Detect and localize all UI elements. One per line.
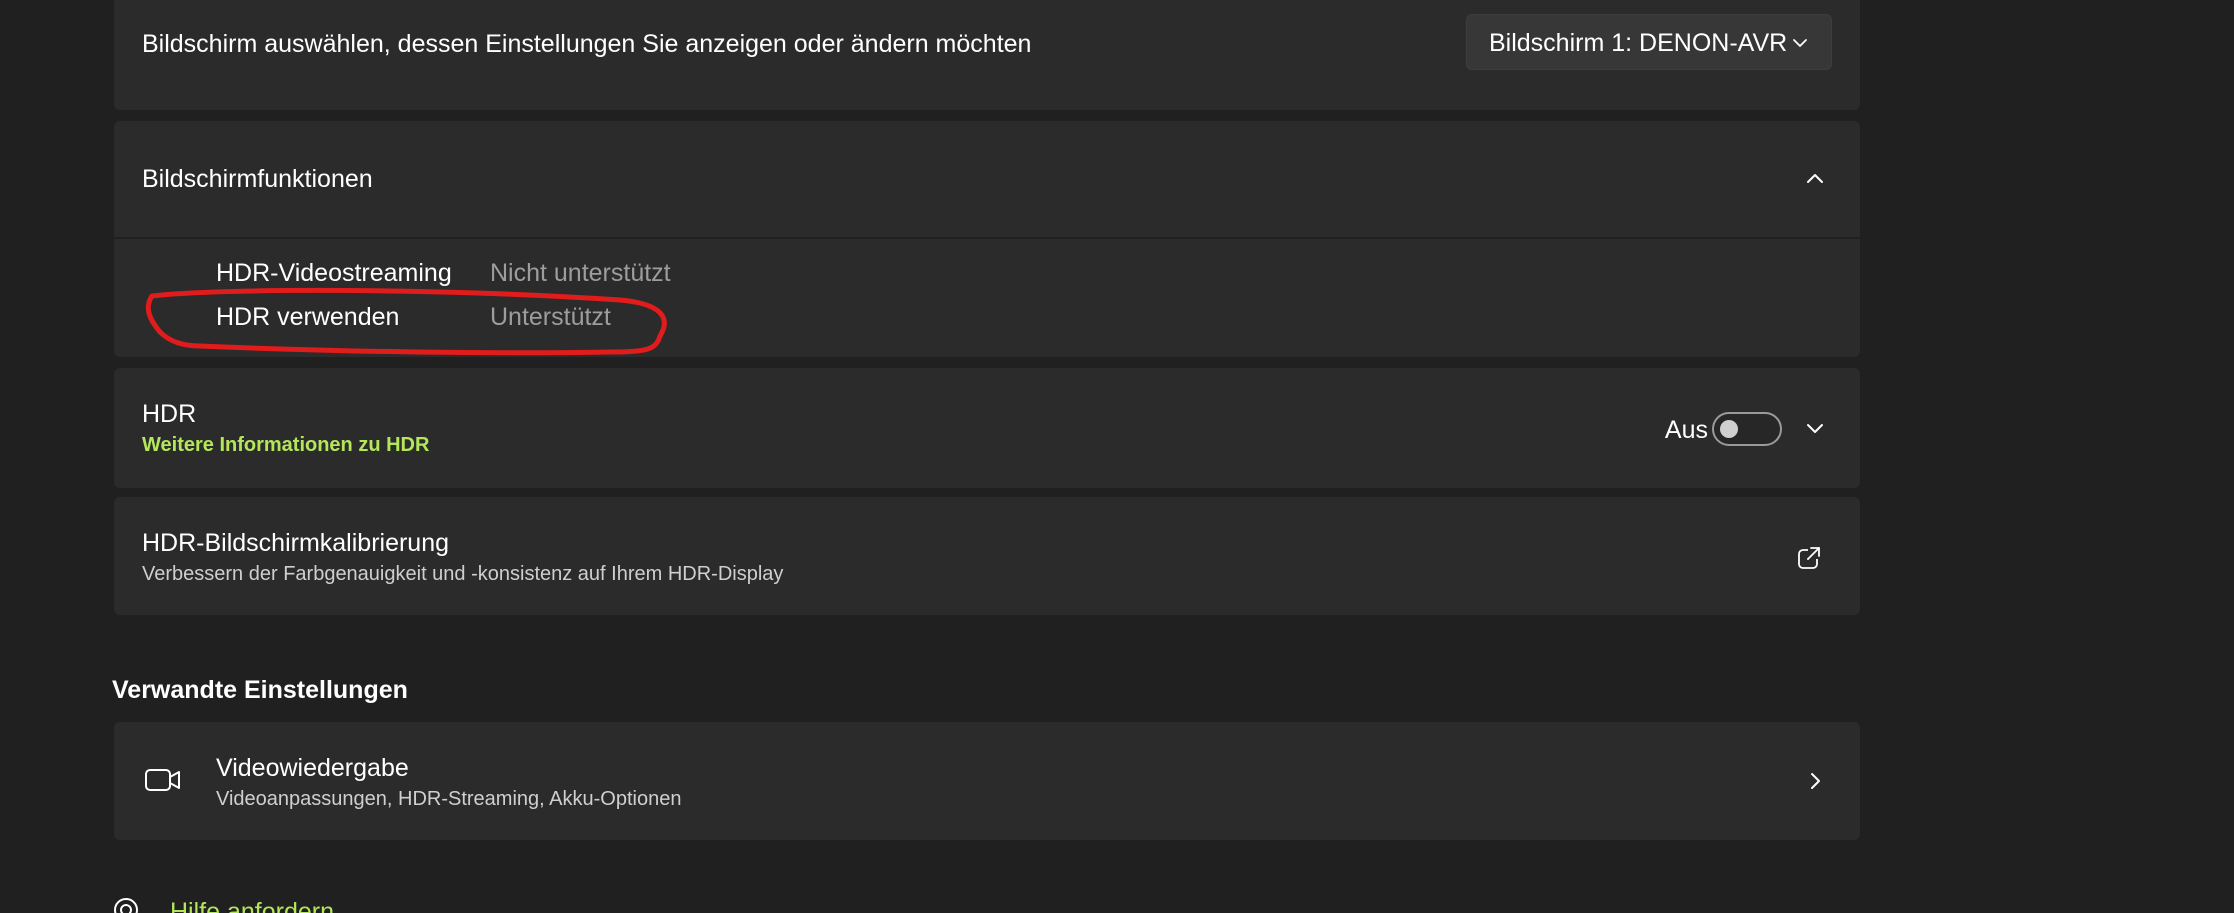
display-features-title: Bildschirmfunktionen	[142, 165, 373, 193]
feature-name: HDR verwenden	[216, 303, 400, 331]
display-select-card: Bildschirm auswählen, dessen Einstellung…	[114, 0, 1860, 110]
video-camera-icon	[145, 769, 180, 791]
related-settings-heading: Verwandte Einstellungen	[112, 676, 408, 704]
hdr-toggle[interactable]	[1712, 412, 1782, 446]
feature-value: Nicht unterstützt	[490, 259, 671, 287]
feature-value: Unterstützt	[490, 303, 611, 331]
hdr-card: HDR Weitere Informationen zu HDR Aus	[114, 368, 1860, 488]
display-features-header[interactable]: Bildschirmfunktionen	[114, 121, 1860, 237]
display-select-label: Bildschirm auswählen, dessen Einstellung…	[142, 30, 1032, 58]
chevron-down-icon	[1793, 39, 1807, 47]
chevron-up-icon[interactable]	[1798, 161, 1832, 195]
hdr-title: HDR	[142, 400, 197, 428]
hdr-info-link[interactable]: Weitere Informationen zu HDR	[142, 434, 429, 457]
hdr-calibration-subtitle: Verbessern der Farbgenauigkeit und -kons…	[142, 563, 784, 585]
display-dropdown[interactable]: Bildschirm 1: DENON-AVR	[1466, 14, 1832, 70]
feature-name: HDR-Videostreaming	[216, 259, 452, 287]
open-external-icon[interactable]	[1796, 545, 1822, 571]
video-playback-subtitle: Videoanpassungen, HDR-Streaming, Akku-Op…	[216, 788, 682, 810]
video-playback-title: Videowiedergabe	[216, 754, 409, 782]
chevron-down-icon[interactable]	[1798, 412, 1832, 446]
display-features-body: HDR-Videostreaming Nicht unterstützt HDR…	[114, 239, 1860, 357]
hdr-state-label: Aus	[1664, 416, 1708, 444]
display-dropdown-value: Bildschirm 1: DENON-AVR	[1489, 29, 1788, 57]
help-icon	[114, 898, 138, 913]
hdr-calibration-title: HDR-Bildschirmkalibrierung	[142, 529, 450, 557]
hdr-calibration-card[interactable]: HDR-Bildschirmkalibrierung Verbessern de…	[114, 497, 1860, 615]
settings-page: Bildschirm auswählen, dessen Einstellung…	[0, 0, 2234, 913]
chevron-right-icon	[1811, 773, 1820, 789]
related-item-video-playback[interactable]: Videowiedergabe Videoanpassungen, HDR-St…	[114, 722, 1860, 840]
toggle-knob	[1720, 420, 1738, 438]
help-link[interactable]: Hilfe anfordern	[170, 898, 334, 913]
